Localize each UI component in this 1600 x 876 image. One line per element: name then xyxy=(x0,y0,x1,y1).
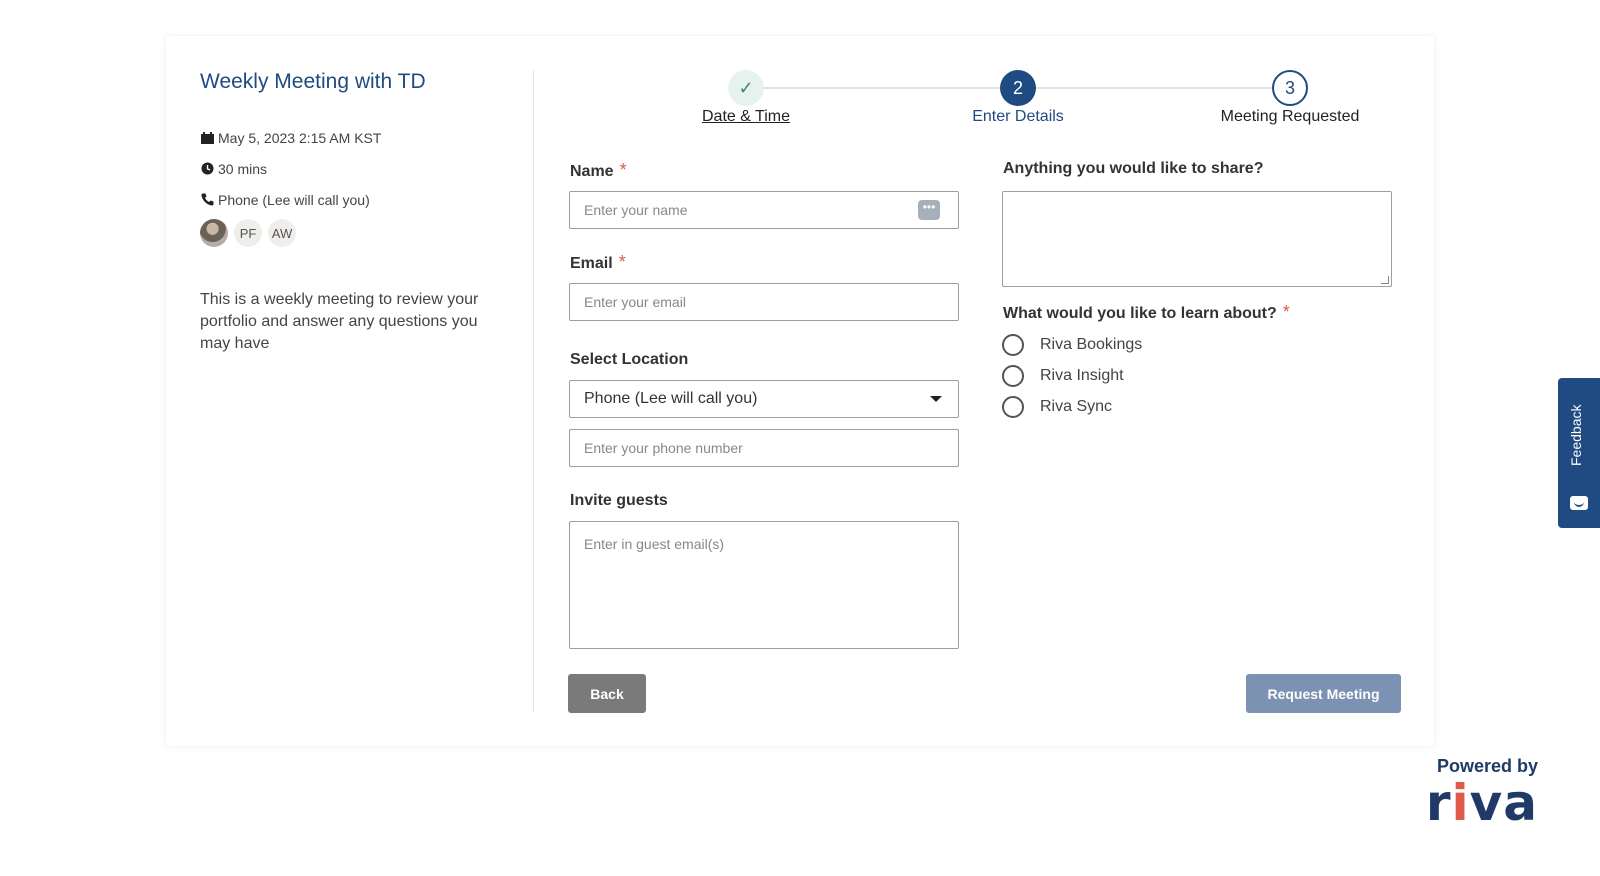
name-placeholder: Enter your name xyxy=(584,202,688,218)
step-date-time[interactable]: ✓ Date & Time xyxy=(656,70,836,126)
back-button[interactable]: Back xyxy=(568,674,646,713)
attendee-avatars: PF AW xyxy=(200,219,510,247)
chevron-down-icon xyxy=(930,396,942,402)
phone-input[interactable]: Enter your phone number xyxy=(569,429,959,467)
guests-textarea[interactable]: Enter in guest email(s) xyxy=(569,521,959,649)
column-divider xyxy=(533,70,534,712)
meeting-duration-row: 30 mins xyxy=(200,153,510,184)
meeting-summary: Weekly Meeting with TD May 5, 2023 2:15 … xyxy=(200,70,510,355)
resize-handle-icon[interactable] xyxy=(1381,276,1389,284)
smiley-icon xyxy=(1570,496,1588,510)
logo-accent: i xyxy=(1451,774,1470,832)
meeting-date: May 5, 2023 2:15 AM KST xyxy=(218,129,382,146)
powered-by-branding: Powered by riva xyxy=(1398,756,1538,829)
required-marker: * xyxy=(618,252,626,272)
meeting-duration: 30 mins xyxy=(218,160,268,177)
step-enter-details: 2 Enter Details xyxy=(928,70,1108,126)
meeting-meta: May 5, 2023 2:15 AM KST 30 mins Phone (L… xyxy=(200,122,510,215)
email-label-text: Email xyxy=(570,255,613,272)
radio-button[interactable] xyxy=(1002,365,1024,387)
learn-option-riva-insight[interactable]: Riva Insight xyxy=(1002,365,1124,387)
learn-option-riva-bookings[interactable]: Riva Bookings xyxy=(1002,334,1142,356)
meeting-title: Weekly Meeting with TD xyxy=(200,70,426,93)
attendee-avatar: AW xyxy=(268,219,296,247)
learn-label: What would you like to learn about? * xyxy=(1003,302,1290,323)
location-selected-value: Phone (Lee will call you) xyxy=(584,390,758,407)
password-manager-icon[interactable]: ••• xyxy=(918,200,940,220)
calendar-icon xyxy=(200,131,214,145)
request-meeting-button[interactable]: Request Meeting xyxy=(1246,674,1401,713)
step-number: 2 xyxy=(1000,70,1036,106)
step-label[interactable]: Date & Time xyxy=(656,108,836,126)
required-marker: * xyxy=(619,160,627,180)
radio-label: Riva Sync xyxy=(1040,398,1113,415)
learn-label-text: What would you like to learn about? xyxy=(1003,305,1277,322)
logo-part: va xyxy=(1469,774,1538,832)
riva-logo: riva xyxy=(1398,777,1538,829)
step-meeting-requested: 3 Meeting Requested xyxy=(1200,70,1380,126)
phone-placeholder: Enter your phone number xyxy=(584,440,743,456)
meeting-date-row: May 5, 2023 2:15 AM KST xyxy=(200,122,510,153)
logo-part: r xyxy=(1425,774,1452,832)
booking-card: Weekly Meeting with TD May 5, 2023 2:15 … xyxy=(166,36,1434,746)
meeting-location-row: Phone (Lee will call you) xyxy=(200,184,510,215)
name-input[interactable]: Enter your name ••• xyxy=(569,191,959,229)
phone-icon xyxy=(200,193,214,207)
progress-stepper: ✓ Date & Time 2 Enter Details 3 Meeting … xyxy=(656,70,1359,130)
name-label-text: Name xyxy=(570,163,614,180)
email-placeholder: Enter your email xyxy=(584,294,686,310)
radio-label: Riva Insight xyxy=(1040,367,1124,384)
guests-placeholder: Enter in guest email(s) xyxy=(584,536,725,552)
name-label: Name * xyxy=(570,160,627,181)
location-select[interactable]: Phone (Lee will call you) xyxy=(569,380,959,418)
location-label: Select Location xyxy=(570,351,689,368)
share-label: Anything you would like to share? xyxy=(1003,160,1264,177)
step-number: 3 xyxy=(1272,70,1308,106)
step-label: Enter Details xyxy=(972,108,1064,125)
radio-button[interactable] xyxy=(1002,334,1024,356)
radio-button[interactable] xyxy=(1002,396,1024,418)
email-label: Email * xyxy=(570,252,626,273)
clock-icon xyxy=(200,162,214,176)
meeting-description: This is a weekly meeting to review your … xyxy=(200,291,479,352)
step-label: Meeting Requested xyxy=(1220,108,1360,125)
radio-label: Riva Bookings xyxy=(1040,336,1143,353)
feedback-tab[interactable]: Feedback xyxy=(1558,378,1600,528)
required-marker: * xyxy=(1282,302,1290,322)
email-input[interactable]: Enter your email xyxy=(569,283,959,321)
feedback-label: Feedback xyxy=(1568,404,1584,466)
share-textarea[interactable] xyxy=(1002,191,1392,287)
meeting-location: Phone (Lee will call you) xyxy=(218,191,370,208)
check-icon: ✓ xyxy=(728,70,764,106)
learn-option-riva-sync[interactable]: Riva Sync xyxy=(1002,396,1112,418)
host-avatar xyxy=(200,219,228,247)
attendee-avatar: PF xyxy=(234,219,262,247)
guests-label: Invite guests xyxy=(570,492,668,509)
